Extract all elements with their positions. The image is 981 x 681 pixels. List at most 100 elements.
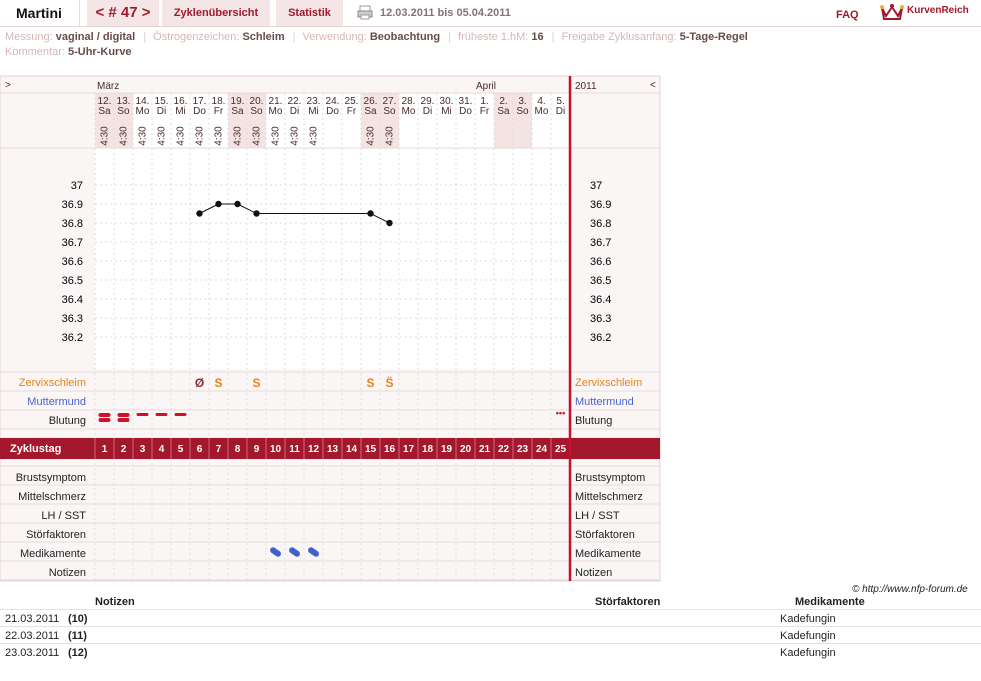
cervix-symbol: S bbox=[214, 376, 222, 390]
cycleday-number: 2 bbox=[121, 444, 127, 455]
bleeding-heavy-mark bbox=[117, 418, 130, 422]
cycleday-number: 7 bbox=[216, 444, 222, 455]
bleeding-heavy-mark bbox=[117, 413, 130, 417]
weekday-label: Do bbox=[326, 106, 339, 117]
cycleday-number: 12 bbox=[308, 444, 320, 455]
cycleday-number: 10 bbox=[270, 444, 282, 455]
time-label: 4:30 bbox=[100, 126, 111, 146]
row-med: Kadefungin bbox=[780, 613, 836, 625]
weekday-label: Mi bbox=[175, 106, 186, 117]
cycleday-number: 18 bbox=[422, 444, 434, 455]
row-date: 23.03.2011 bbox=[5, 647, 60, 659]
row-label-right: Störfaktoren bbox=[575, 529, 635, 541]
row-date: 21.03.2011 bbox=[5, 613, 60, 625]
table-row: 22.03.2011 (11) Kadefungin bbox=[0, 626, 981, 643]
row-label-right: Zervixschleim bbox=[575, 377, 642, 389]
month-label: März bbox=[97, 81, 119, 92]
temp-axis-label: 36.3 bbox=[62, 313, 83, 325]
weekday-label: Do bbox=[459, 106, 472, 117]
weekday-label: Di bbox=[290, 106, 299, 117]
prev-arrow: > bbox=[5, 80, 11, 91]
row-label: Brustsymptom bbox=[16, 472, 86, 484]
cervix-symbol: S bbox=[252, 376, 260, 390]
weekday-label: Sa bbox=[98, 106, 111, 117]
weekday-label: Sa bbox=[364, 106, 377, 117]
month-label: April bbox=[476, 81, 496, 92]
temp-axis-label: 36.9 bbox=[62, 199, 83, 211]
cervix-symbol: S bbox=[366, 376, 374, 390]
next-arrow: < bbox=[650, 80, 656, 91]
cycleday-number: 9 bbox=[254, 444, 260, 455]
spotting-mark: ••• bbox=[556, 408, 565, 418]
row-label-right: Mittelschmerz bbox=[575, 491, 643, 503]
weekday-label: So bbox=[383, 106, 396, 117]
row-label: Zervixschleim bbox=[19, 377, 86, 389]
row-cycleday: (10) bbox=[68, 613, 88, 625]
temp-axis-label-right: 36.4 bbox=[590, 294, 611, 306]
row-label: Medikamente bbox=[20, 548, 86, 560]
weekday-label: Mo bbox=[402, 106, 416, 117]
temp-axis-label: 36.2 bbox=[62, 332, 83, 344]
row-cycleday: (11) bbox=[68, 630, 87, 642]
time-label: 4:30 bbox=[290, 126, 301, 146]
row-label-right: Notizen bbox=[575, 567, 612, 579]
time-label: 4:30 bbox=[233, 126, 244, 146]
temp-axis-label-right: 36.8 bbox=[590, 218, 611, 230]
weekday-label: Sa bbox=[497, 106, 510, 117]
year-label: 2011 bbox=[575, 81, 597, 92]
time-label: 4:30 bbox=[157, 126, 168, 146]
weekday-label: Mo bbox=[535, 106, 549, 117]
row-med: Kadefungin bbox=[780, 630, 836, 642]
temp-axis-label-right: 36.2 bbox=[590, 332, 611, 344]
time-label: 4:30 bbox=[271, 126, 282, 146]
temp-axis-label: 36.6 bbox=[62, 256, 83, 268]
col-medications: Medikamente bbox=[795, 596, 865, 608]
cycleday-number: 1 bbox=[102, 444, 108, 455]
temp-axis-label-right: 36.9 bbox=[590, 199, 611, 211]
row-label: Blutung bbox=[49, 415, 86, 427]
weekday-label: Fr bbox=[347, 106, 357, 117]
cycleday-number: 22 bbox=[498, 444, 510, 455]
cycleday-number: 21 bbox=[479, 444, 491, 455]
row-label: Mittelschmerz bbox=[18, 491, 86, 503]
row-cycleday: (12) bbox=[68, 647, 88, 659]
cycleday-number: 13 bbox=[327, 444, 339, 455]
weekday-label: Sa bbox=[231, 106, 244, 117]
bleeding-heavy-mark bbox=[98, 413, 111, 417]
temp-point bbox=[234, 200, 241, 208]
cycleday-number: 11 bbox=[289, 444, 300, 455]
time-label: 4:30 bbox=[366, 126, 377, 146]
temp-area-bg bbox=[95, 148, 570, 369]
cycleday-number: 5 bbox=[178, 444, 184, 455]
temp-axis-label-right: 36.7 bbox=[590, 237, 611, 249]
temp-point bbox=[367, 210, 374, 217]
bleeding-heavy-mark bbox=[98, 418, 111, 422]
col-notes: Notizen bbox=[95, 596, 135, 608]
time-label: 4:30 bbox=[176, 126, 187, 146]
cervix-symbol: Ø bbox=[195, 376, 204, 390]
weekday-label: So bbox=[516, 106, 529, 117]
cycleday-number: 24 bbox=[536, 444, 548, 455]
row-label-right: LH / SST bbox=[575, 510, 620, 522]
row-label-right: Brustsymptom bbox=[575, 472, 645, 484]
cycleday-number: 16 bbox=[384, 444, 396, 455]
cycleday-number: 3 bbox=[140, 444, 146, 455]
table-row: 21.03.2011 (10) Kadefungin bbox=[0, 609, 981, 626]
cycleday-number: 15 bbox=[365, 444, 377, 455]
bleeding-mark bbox=[136, 413, 149, 416]
cycleday-number: 8 bbox=[235, 444, 241, 455]
temp-axis-label-right: 36.6 bbox=[590, 256, 611, 268]
time-label: 4:30 bbox=[119, 126, 130, 146]
temp-axis-label-right: 36.5 bbox=[590, 275, 611, 287]
time-label: 4:30 bbox=[252, 126, 263, 146]
weekday-label: Do bbox=[193, 106, 206, 117]
temp-axis-label: 36.8 bbox=[62, 218, 83, 230]
bleeding-mark bbox=[174, 413, 187, 416]
temp-axis-label-right: 36.3 bbox=[590, 313, 611, 325]
temp-point bbox=[386, 219, 393, 227]
weekday-label: Fr bbox=[480, 106, 490, 117]
cycle-chart: > <März April 201112.Sa4:3013.So4:3014.Mo4:… bbox=[0, 75, 661, 582]
time-label: 4:30 bbox=[385, 126, 396, 146]
weekday-label: So bbox=[117, 106, 130, 117]
cycleday-label: Zyklustag bbox=[10, 443, 61, 455]
